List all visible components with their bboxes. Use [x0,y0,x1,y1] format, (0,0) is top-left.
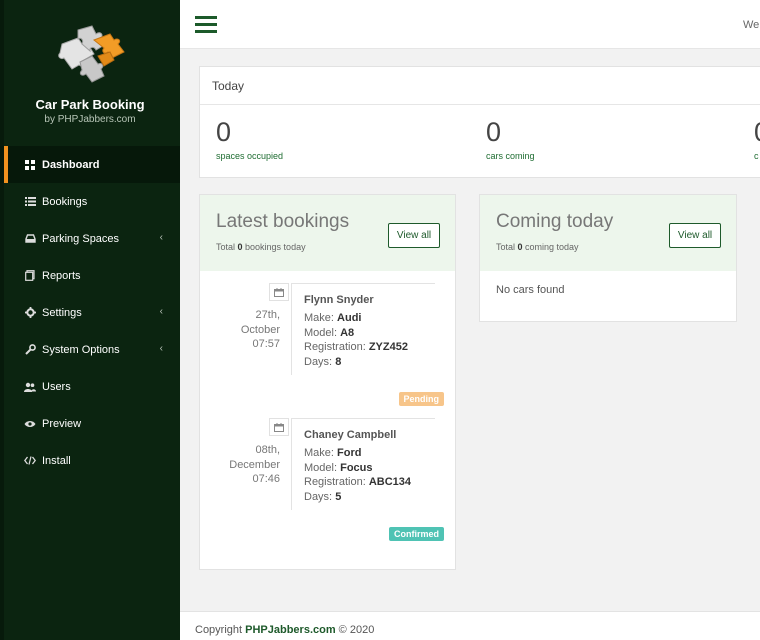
booking-item[interactable]: 27th, October 07:57 Flynn Snyder Make: A… [200,271,456,406]
sidebar-item-preview[interactable]: Preview [0,405,180,442]
sidebar-item-label: Bookings [42,195,88,208]
booking-details: Make: Audi Model: A8 Registration: ZYZ45… [304,312,408,368]
booking-timeline-line [291,418,292,510]
hamburger-menu-icon[interactable] [195,16,217,34]
booking-details: Make: Ford Model: Focus Registration: AB… [304,447,412,503]
booking-item[interactable]: 08th, December 07:46 Chaney Campbell Mak… [200,406,456,541]
stat-spaces-occupied-label: spaces occupied [216,151,284,161]
welcome-text: Welcome [743,19,760,31]
stat-cars-coming-label: cars coming [486,151,535,161]
sidebar-item-label: Users [42,380,71,393]
today-panel: Today 0 spaces occupied 0 cars coming 0 … [199,66,760,178]
sidebar-nav: Dashboard Bookings Parking Spaces ‹ Repo… [0,146,180,479]
sidebar-item-label: System Options [42,343,120,356]
footer: Copyright PHPJabbers.com © 2020 [180,611,760,640]
stat-third-value: 0 [754,117,760,148]
chevron-left-icon: ‹ [159,306,163,317]
sidebar-item-label: Preview [42,417,82,430]
coming-today-title: Coming today [496,211,614,232]
calendar-icon [269,283,289,301]
users-icon [24,381,36,393]
latest-bookings-header: Latest bookings Total 0 bookings today V… [200,195,455,271]
list-icon [24,196,36,208]
sidebar-item-label: Reports [42,269,81,282]
status-badge: Pending [398,392,444,406]
sidebar-item-bookings[interactable]: Bookings [0,183,180,220]
sidebar-item-parking-spaces[interactable]: Parking Spaces ‹ [0,220,180,257]
code-icon [24,455,36,467]
brand-name: Car Park Booking [35,97,145,112]
puzzle-logo-icon [58,25,125,83]
sidebar: Car Park Booking by PHPJabbers.com Dashb… [0,0,180,640]
stat-spaces-occupied-value: 0 [216,117,232,147]
coming-today-card: Coming today Total 0 coming today View a… [479,194,737,322]
parking-icon [24,233,36,245]
latest-bookings-view-all-button[interactable]: View all [388,223,440,248]
eye-icon [24,418,36,430]
sidebar-item-system-options[interactable]: System Options ‹ [0,331,180,368]
reports-icon [24,270,36,282]
calendar-icon [269,418,289,436]
top-bar: Welcome [180,0,760,49]
booking-date: 27th, October 07:57 [240,309,280,350]
booking-customer-name: Flynn Snyder [304,294,374,306]
booking-timeline-line [291,283,292,375]
stat-third-label: c [754,151,759,161]
booking-customer-name: Chaney Campbell [304,429,397,441]
sidebar-item-install[interactable]: Install [0,442,180,479]
chevron-left-icon: ‹ [159,232,163,243]
booking-divider [291,418,435,419]
sidebar-item-settings[interactable]: Settings ‹ [0,294,180,331]
chevron-left-icon: ‹ [159,343,163,354]
sidebar-item-label: Install [42,454,71,467]
no-cars-message: No cars found [496,284,565,296]
wrench-icon [24,344,36,356]
latest-bookings-card: Latest bookings Total 0 bookings today V… [199,194,456,570]
brand-sub: by PHPJabbers.com [44,114,136,125]
latest-bookings-subtitle: Total 0 bookings today [216,242,306,252]
status-badge: Confirmed [389,527,444,541]
sidebar-item-users[interactable]: Users [0,368,180,405]
sidebar-item-reports[interactable]: Reports [0,257,180,294]
gear-icon [24,307,36,319]
sidebar-item-label: Parking Spaces [42,232,120,245]
sidebar-item-dashboard[interactable]: Dashboard [0,146,180,183]
coming-today-header: Coming today Total 0 coming today View a… [480,195,736,271]
today-title: Today [200,67,760,105]
coming-today-subtitle: Total 0 coming today [496,242,579,252]
sidebar-item-label: Settings [42,306,82,319]
sidebar-item-label: Dashboard [42,158,100,171]
coming-today-view-all-button[interactable]: View all [669,223,721,248]
booking-divider [291,283,435,284]
latest-bookings-title: Latest bookings [216,211,350,232]
dashboard-grid-icon [24,159,36,171]
stat-cars-coming-value: 0 [486,117,502,147]
footer-brand-link[interactable]: PHPJabbers.com [245,624,335,636]
booking-date: 08th, December 07:46 [229,444,280,485]
